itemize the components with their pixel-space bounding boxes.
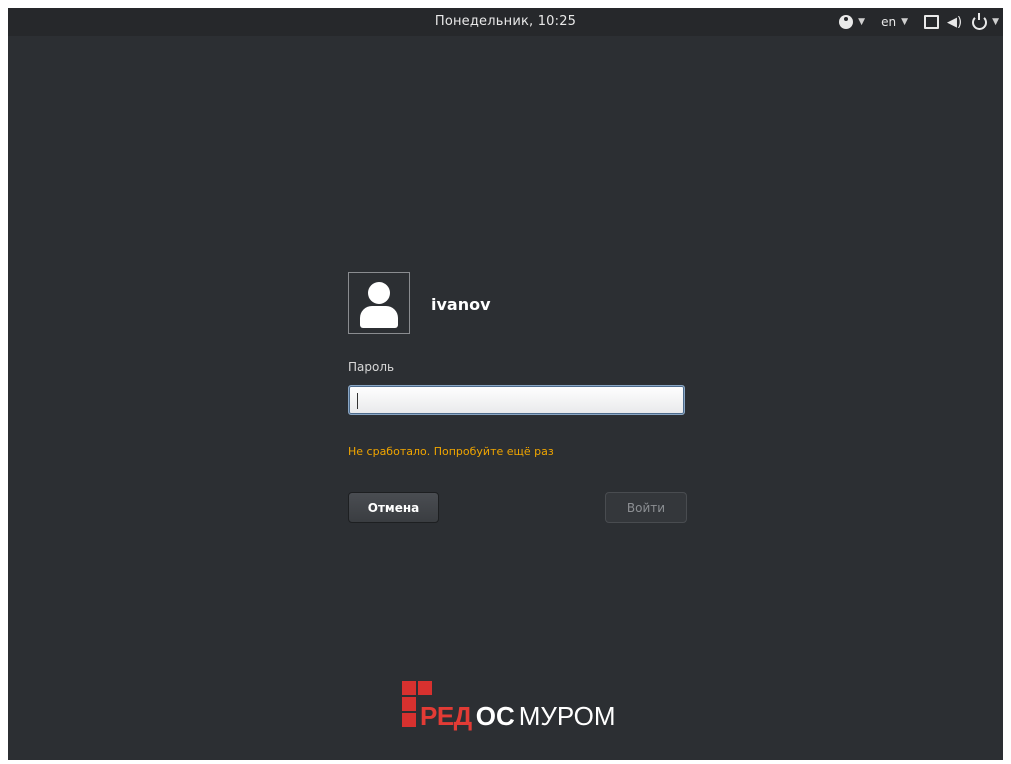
login-button[interactable]: Войти bbox=[605, 492, 687, 523]
logo-city-text: МУРОМ bbox=[518, 701, 616, 731]
avatar-head bbox=[368, 282, 390, 304]
logo-square bbox=[402, 697, 416, 711]
text-cursor bbox=[357, 393, 358, 409]
chevron-down-icon: ▼ bbox=[992, 17, 999, 27]
power-icon bbox=[972, 12, 988, 30]
language-indicator: en bbox=[881, 15, 897, 29]
volume-icon: ◀) bbox=[947, 14, 963, 30]
chevron-down-icon: ▼ bbox=[858, 17, 866, 27]
logo-square bbox=[418, 681, 432, 695]
login-screen: Понедельник, 10:25 ▼ en ▼ ◀) ▼ ivanov Па… bbox=[8, 8, 1003, 760]
cancel-button[interactable]: Отмена bbox=[348, 492, 439, 523]
logo-text: РЕД ОС МУРОМ bbox=[420, 702, 616, 730]
system-tray: ▼ en ▼ ◀) ▼ bbox=[823, 12, 999, 32]
system-menu[interactable]: ◀) ▼ bbox=[924, 12, 999, 30]
error-message: Не сработало. Попробуйте ещё раз bbox=[348, 445, 554, 458]
logo-square bbox=[402, 713, 416, 727]
logo-red-text: РЕД bbox=[420, 701, 472, 731]
red-os-logo: РЕД ОС МУРОМ bbox=[400, 678, 660, 738]
accessibility-menu[interactable]: ▼ bbox=[839, 15, 865, 29]
username: ivanov bbox=[431, 295, 491, 314]
logo-os-text: ОС bbox=[475, 701, 515, 731]
password-label: Пароль bbox=[348, 360, 395, 374]
user-avatar bbox=[348, 272, 410, 334]
top-bar: Понедельник, 10:25 ▼ en ▼ ◀) ▼ bbox=[8, 8, 1003, 36]
accessibility-icon bbox=[839, 15, 854, 29]
screen-icon bbox=[924, 15, 939, 29]
password-field[interactable] bbox=[348, 385, 685, 415]
language-menu[interactable]: en ▼ bbox=[881, 15, 908, 29]
avatar-body bbox=[360, 306, 398, 328]
chevron-down-icon: ▼ bbox=[901, 17, 908, 27]
logo-square bbox=[402, 681, 416, 695]
